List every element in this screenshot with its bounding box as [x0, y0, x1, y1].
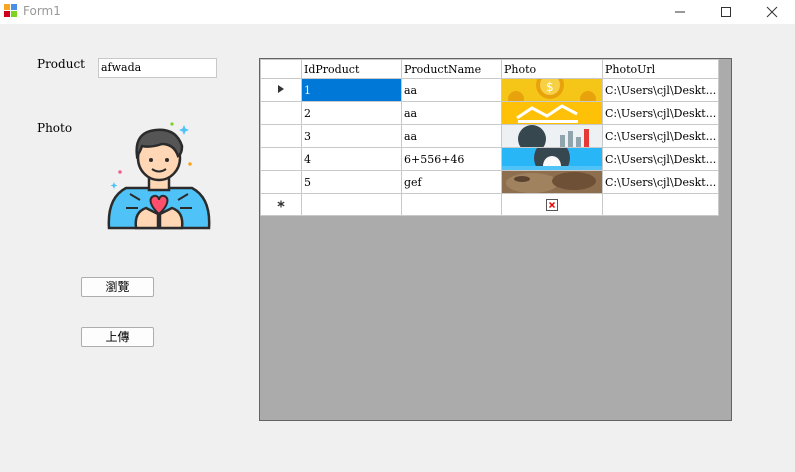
cell-photo[interactable] — [501, 101, 603, 125]
browse-button[interactable]: 瀏覽 — [81, 277, 154, 297]
minimize-button[interactable] — [657, 0, 703, 24]
photo-preview-avatar — [107, 122, 211, 230]
cell-photo[interactable] — [501, 170, 603, 194]
photo-thumbnail-coins: $ — [502, 79, 602, 101]
row-header[interactable] — [260, 147, 302, 171]
table-row[interactable]: 2 aa C:\Users\cjl\Deskt... — [260, 101, 720, 125]
table-row[interactable]: 3 aa C:\Users\cjl\Deskt... — [260, 124, 720, 148]
table-row[interactable]: 1 aa $ C:\Users\cjl\Deskt... — [260, 78, 720, 102]
cell-productname[interactable]: 6+556+46 — [401, 147, 502, 171]
row-header[interactable] — [260, 170, 302, 194]
cell-photourl[interactable]: C:\Users\cjl\Deskt... — [601, 101, 720, 125]
photo-label: Photo — [37, 121, 73, 135]
cell-photo[interactable] — [501, 124, 603, 148]
cell-idproduct[interactable] — [301, 193, 402, 216]
cell-photo[interactable] — [501, 147, 603, 171]
row-header[interactable] — [260, 193, 302, 216]
product-label: Product — [37, 57, 85, 71]
cell-productname[interactable]: aa — [401, 101, 502, 125]
cell-photourl[interactable]: C:\Users\cjl\Deskt... — [601, 124, 720, 148]
broken-image-icon — [546, 199, 558, 211]
maximize-button[interactable] — [703, 0, 749, 24]
current-row-indicator-icon — [278, 84, 284, 93]
maximize-icon — [721, 7, 731, 17]
new-row[interactable] — [260, 193, 720, 216]
cell-idproduct[interactable]: 4 — [301, 147, 402, 171]
product-input[interactable]: afwada — [98, 58, 217, 78]
cell-photourl[interactable] — [601, 193, 720, 216]
cell-photo[interactable]: $ — [501, 78, 603, 102]
app-icon — [4, 4, 17, 17]
cell-productname[interactable]: aa — [401, 124, 502, 148]
asterisk-icon — [277, 200, 285, 208]
minimize-icon — [675, 11, 685, 13]
cell-photo[interactable] — [501, 193, 603, 216]
close-button[interactable] — [749, 0, 795, 24]
row-header[interactable] — [260, 101, 302, 125]
cell-idproduct[interactable]: 5 — [301, 170, 402, 194]
column-header-productname[interactable]: ProductName — [401, 59, 502, 79]
column-header-photourl[interactable]: PhotoUrl — [601, 59, 720, 79]
row-header-corner[interactable] — [260, 59, 302, 79]
column-header-photo[interactable]: Photo — [501, 59, 603, 79]
photo-thumbnail-cat — [502, 171, 602, 193]
window-title: Form1 — [23, 4, 61, 18]
photo-thumbnail-penguin — [502, 148, 602, 170]
row-header[interactable] — [260, 124, 302, 148]
table-row[interactable]: 4 6+556+46 C:\Users\cjl\Deskt... — [260, 147, 720, 171]
upload-button[interactable]: 上傳 — [81, 327, 154, 347]
cell-productname[interactable] — [401, 193, 502, 216]
product-data-grid[interactable]: IdProduct ProductName Photo PhotoUrl 1 a… — [259, 58, 732, 421]
close-icon — [766, 6, 778, 18]
row-header[interactable] — [260, 78, 302, 102]
cell-productname[interactable]: aa — [401, 78, 502, 102]
photo-thumbnail-analytics — [502, 125, 602, 147]
grid-table: IdProduct ProductName Photo PhotoUrl 1 a… — [260, 59, 720, 216]
cell-photourl[interactable]: C:\Users\cjl\Deskt... — [601, 147, 720, 171]
title-bar: Form1 — [0, 0, 795, 24]
svg-text:$: $ — [546, 80, 554, 94]
photo-thumbnail-chart — [502, 102, 602, 124]
cell-idproduct[interactable]: 3 — [301, 124, 402, 148]
table-row[interactable]: 5 gef C:\Users\cjl\Deskt... — [260, 170, 720, 194]
cell-idproduct[interactable]: 1 — [301, 78, 402, 102]
column-header-idproduct[interactable]: IdProduct — [301, 59, 402, 79]
cell-productname[interactable]: gef — [401, 170, 502, 194]
header-row: IdProduct ProductName Photo PhotoUrl — [260, 59, 720, 79]
cell-idproduct[interactable]: 2 — [301, 101, 402, 125]
cell-photourl[interactable]: C:\Users\cjl\Deskt... — [601, 78, 720, 102]
cell-photourl[interactable]: C:\Users\cjl\Deskt... — [601, 170, 720, 194]
